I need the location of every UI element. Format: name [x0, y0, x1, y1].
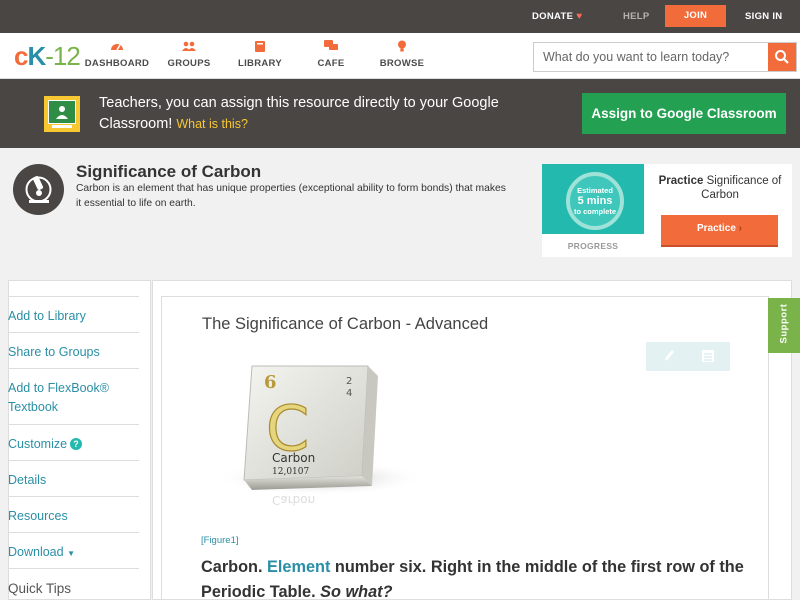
carbon-element-figure: 6 2 4 C Carbon 12,0107 Carbon: [215, 365, 425, 507]
nav-library-label: LIBRARY: [238, 58, 282, 69]
sidebar-item-customize[interactable]: Customize?: [8, 424, 139, 460]
practice-title-bold: Practice: [658, 175, 704, 187]
atomic-number: 6: [264, 372, 277, 393]
element-reflection: Carbon: [272, 493, 315, 507]
caret-down-icon: ▼: [67, 549, 75, 558]
what-is-this-link[interactable]: What is this?: [176, 117, 248, 131]
help-link[interactable]: HELP: [623, 0, 650, 33]
element-name: Carbon: [272, 451, 315, 465]
pencil-icon[interactable]: [662, 349, 676, 363]
practice-card: Estimated 5 mins to complete PROGRESS Pr…: [542, 164, 792, 257]
chevron-right-icon: ›: [738, 223, 743, 234]
search-input[interactable]: [534, 43, 769, 71]
nav-cafe[interactable]: CAFE: [296, 40, 366, 69]
nav-library[interactable]: LIBRARY: [225, 40, 295, 69]
main-nav: cK-12 DASHBOARD GROUPS LIBRARY CAFE BROW…: [0, 33, 800, 79]
top-bar: DONATE ♥ HELP JOIN SIGN IN: [0, 0, 800, 33]
practice-progress-graphic: Estimated 5 mins to complete: [542, 164, 644, 234]
article-tools: [646, 342, 730, 371]
cafe-icon: [324, 40, 338, 50]
heart-icon: ♥: [576, 11, 583, 22]
logo-n: -12: [45, 41, 81, 71]
support-tab[interactable]: Support: [768, 298, 800, 353]
search-icon: [775, 50, 789, 64]
article-title: The Significance of Carbon - Advanced: [202, 315, 489, 333]
progress-ring: Estimated 5 mins to complete: [566, 172, 624, 230]
sidebar-item-label: Resources: [8, 509, 68, 523]
practice-title-rest: Significance of Carbon: [701, 175, 782, 201]
body-part-3: So what?: [320, 583, 393, 600]
join-button[interactable]: JOIN: [665, 5, 726, 27]
practice-button[interactable]: Practice ›: [661, 215, 778, 245]
shell-top: 2: [346, 376, 352, 387]
donate-link[interactable]: DONATE ♥: [532, 0, 582, 33]
support-label: Support: [778, 303, 790, 344]
practice-title: Practice Significance of Carbon: [648, 174, 792, 202]
article-body: Carbon. Element number six. Right in the…: [201, 555, 761, 600]
ck12-logo[interactable]: cK-12: [14, 41, 81, 71]
nav-groups-label: GROUPS: [167, 58, 211, 69]
sidebar-item-details[interactable]: Details: [8, 460, 139, 496]
banner-text: Teachers, you can assign this resource d…: [99, 95, 499, 132]
sidebar-item-add-to-flexbook[interactable]: Add to FlexBook® Textbook: [8, 368, 139, 424]
flexbook-line-2: Textbook: [8, 400, 59, 414]
sidebar-item-resources[interactable]: Resources: [8, 496, 139, 532]
ring-to-complete: to complete: [573, 207, 617, 216]
browse-icon: [398, 40, 406, 52]
ring-time: 5 mins: [577, 195, 613, 207]
donate-label: DONATE: [532, 11, 574, 22]
groups-icon: [182, 41, 196, 51]
sidebar-item-label: Add to FlexBook® Textbook: [8, 369, 139, 417]
search-button[interactable]: [768, 43, 796, 71]
sidebar-item-label: Add to Library: [8, 309, 86, 323]
help-icon[interactable]: ?: [70, 438, 83, 450]
progress-label: PROGRESS: [567, 241, 619, 251]
concept-title: Significance of Carbon: [76, 162, 262, 181]
notes-icon[interactable]: [701, 349, 715, 363]
body-part-1: Carbon.: [201, 558, 268, 576]
sidebar-item-label: Download ▼: [8, 533, 139, 563]
nav-dashboard-label: DASHBOARD: [84, 58, 150, 69]
library-icon: [255, 41, 265, 52]
sidebar-item-label: Share to Groups: [8, 345, 100, 359]
logo-c: c: [14, 41, 29, 71]
figure-caption[interactable]: [Figure1]: [201, 535, 239, 546]
flexbook-line-1: Add to FlexBook®: [8, 381, 109, 395]
nav-cafe-label: CAFE: [317, 58, 345, 69]
banner-message: Teachers, you can assign this resource d…: [99, 93, 499, 135]
google-classroom-icon: [44, 96, 80, 132]
sidebar-item-label: Customize?: [8, 425, 139, 454]
shell-bottom: 4: [346, 388, 352, 399]
element-mass: 12,0107: [272, 467, 309, 477]
sidebar-item-label: Quick Tips: [8, 581, 72, 596]
sidebar-item-quick-tips[interactable]: Quick Tips: [8, 568, 139, 600]
practice-button-label: Practice: [696, 223, 736, 234]
sidebar-item-label: Details: [8, 473, 47, 487]
sidebar-item-add-to-library[interactable]: Add to Library: [8, 296, 139, 332]
dashboard-icon: [111, 44, 123, 51]
nav-dashboard[interactable]: DASHBOARD: [82, 40, 152, 69]
download-label: Download: [8, 545, 64, 559]
nav-groups[interactable]: GROUPS: [154, 40, 224, 69]
assign-google-classroom-button[interactable]: Assign to Google Classroom: [582, 93, 786, 134]
search-box: [533, 42, 797, 72]
nav-browse[interactable]: BROWSE: [367, 40, 437, 69]
customize-label: Customize: [8, 437, 68, 451]
ring-estimated: Estimated: [577, 186, 613, 195]
element-link[interactable]: Element: [267, 558, 330, 576]
nav-browse-label: BROWSE: [379, 58, 425, 69]
sign-in-link[interactable]: SIGN IN: [745, 0, 782, 33]
sidebar-item-share-to-groups[interactable]: Share to Groups: [8, 332, 139, 368]
concept-description: Carbon is an element that has unique pro…: [76, 183, 506, 209]
sidebar-item-download[interactable]: Download ▼: [8, 532, 139, 568]
logo-k: K: [27, 41, 46, 71]
microscope-icon: [13, 164, 64, 215]
